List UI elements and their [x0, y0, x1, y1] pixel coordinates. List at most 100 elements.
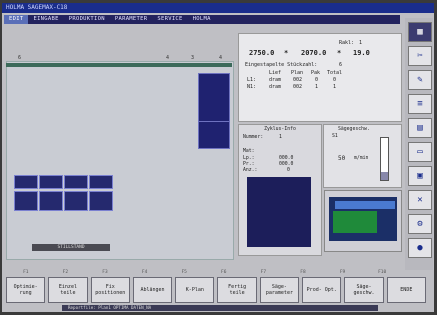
piece-cell[interactable] [64, 175, 88, 189]
settings-icon[interactable]: ⚙ [408, 214, 432, 234]
col-pak: Pak [311, 70, 321, 76]
piece-row [14, 175, 113, 189]
dim-sep: * [284, 49, 289, 57]
exit-button[interactable]: ENDE [386, 277, 426, 303]
cycle-pr-value: 000.0 [279, 162, 294, 167]
dim-width: 2070.0 [301, 49, 327, 57]
fkey-label: F2 [62, 270, 69, 275]
fkey-label: F3 [102, 270, 108, 275]
k-plan-button[interactable]: K-Plan [175, 277, 215, 303]
col-lief: Lief [269, 70, 282, 76]
menu-holma[interactable]: HOLMA [188, 15, 216, 24]
dim-sep: * [337, 49, 342, 57]
close-icon[interactable]: ✕ [408, 190, 432, 210]
function-button-row: Optimie- rung Einzel teile Fix positione… [6, 277, 426, 303]
saw-speed-gauge[interactable] [380, 137, 389, 181]
menu-service[interactable]: SERVICE [152, 15, 187, 24]
saw-speed-value: 50 [338, 155, 346, 162]
stack-block-bottom[interactable] [198, 121, 230, 149]
row-name: N1: [247, 84, 257, 90]
stack-count-label: Eingestapelte Stückzahl: [245, 62, 318, 68]
optimization-button[interactable]: Optimie- rung [6, 277, 46, 303]
fkey-label: F8 [300, 270, 306, 275]
row-lief: dram [269, 84, 282, 90]
finished-parts-button[interactable]: Fertig teile [217, 277, 257, 303]
saw-parameter-button[interactable]: Säge- parameter [259, 277, 300, 303]
plan-status: STILLSTAND [32, 244, 110, 251]
saw-speed-button[interactable]: Säge- geschw. [344, 277, 384, 303]
piece-cell[interactable] [39, 175, 63, 189]
saw-icon[interactable]: ✂ [408, 46, 432, 66]
saw-speed-unit: m/min [354, 156, 369, 161]
menu-parameter[interactable]: PARAMETER [110, 15, 153, 24]
saw-speed-panel: Sägegeschw. S1 50 m/min [323, 124, 402, 188]
dim-length: 2750.0 [249, 49, 275, 57]
row-pak: 1 [315, 84, 319, 90]
piece-cell[interactable] [64, 191, 88, 211]
row-plan: 002 [293, 84, 303, 90]
menu-produktion[interactable]: PRODUKTION [64, 15, 110, 24]
fkey-label: F10 [378, 270, 387, 275]
cycle-pr-label: Pr.: [243, 162, 255, 167]
dim-thickness: 19.0 [353, 49, 370, 57]
row-total: 1 [333, 84, 337, 90]
fkey-label: F4 [141, 270, 148, 275]
stack-count-value: 6 [339, 62, 343, 68]
menu-eingabe[interactable]: EINGABE [28, 15, 63, 24]
cycle-mat-label: Mat: [243, 149, 255, 154]
col-total: Total [327, 70, 343, 76]
stack-block-top[interactable] [198, 73, 230, 127]
fkey-labels: F1 F2 F3 F4 F5 F6 F7 F8 F9 F10 [6, 269, 402, 276]
stack-icon[interactable]: ≡ [408, 94, 432, 114]
cycle-number-value: 1 [279, 135, 282, 140]
single-parts-button[interactable]: Einzel teile [48, 277, 88, 303]
app-window: HOLMA SAGEMAX-C18 EDIT EINGABE PRODUKTIO… [2, 3, 434, 312]
power-icon[interactable]: ● [408, 238, 432, 258]
layout-preview [324, 190, 402, 252]
row-total: 0 [333, 77, 337, 83]
document-icon[interactable]: ▭ [408, 142, 432, 162]
cut-to-length-button[interactable]: Ablängen [132, 277, 173, 303]
fkey-label: F9 [339, 270, 346, 275]
piece-cell[interactable] [39, 191, 63, 211]
raklen-value: 1 [359, 40, 363, 46]
piece-cell[interactable] [14, 175, 38, 189]
fkey-label: F7 [260, 270, 267, 275]
piece-cell[interactable] [89, 175, 113, 189]
saw-sub: S1 [332, 134, 338, 139]
cycle-anz-label: Anz.: [243, 168, 258, 173]
prod-opt-button[interactable]: Prod- Opt. [302, 277, 342, 303]
row-lief: dram [269, 77, 282, 83]
cycle-display [247, 177, 311, 247]
cycle-info-panel: Zyklus-Info Nummer: 1 Mat: Lp.: 000.0 Pr… [238, 124, 322, 256]
piece-cell[interactable] [89, 191, 113, 211]
saw-title: Sägegeschw. [338, 127, 370, 132]
menu-edit[interactable]: EDIT [4, 15, 29, 24]
piece-cell[interactable] [14, 191, 38, 211]
cycle-lp-label: Lp.: [243, 156, 255, 161]
col-plan: Plan [291, 70, 304, 76]
preview-piece [333, 211, 377, 233]
cycle-title: Zyklus-Info [264, 127, 296, 132]
fix-positions-button[interactable]: Fix positionen [90, 277, 130, 303]
saw-gauge-fill [381, 172, 388, 180]
preview-strip [335, 201, 395, 209]
fkey-label: F6 [221, 270, 227, 275]
row-plan: 002 [293, 77, 303, 83]
cycle-lp-value: 000.0 [279, 156, 294, 161]
fkey-label: F1 [23, 270, 29, 275]
grid-icon[interactable]: ▦ [408, 22, 432, 42]
row-pak: 0 [315, 77, 319, 83]
edit-icon[interactable]: ✎ [408, 70, 432, 90]
piece-row [14, 191, 113, 211]
row-name: L1: [247, 77, 257, 83]
layers-icon[interactable]: ▤ [408, 118, 432, 138]
plan-ruler [6, 63, 232, 67]
report-status-bar: Reportfile: Plan1 OPTIMA DATEN_NA [62, 305, 378, 311]
save-icon[interactable]: ▣ [408, 166, 432, 186]
raklen-label: Rakl: [339, 40, 355, 46]
cycle-anz-value: 0 [287, 168, 290, 173]
side-toolbar: ▦ ✂ ✎ ≡ ▤ ▭ ▣ ✕ ⚙ ● [405, 18, 433, 270]
cycle-number-label: Nummer: [243, 135, 264, 140]
fkey-label: F5 [181, 270, 187, 275]
